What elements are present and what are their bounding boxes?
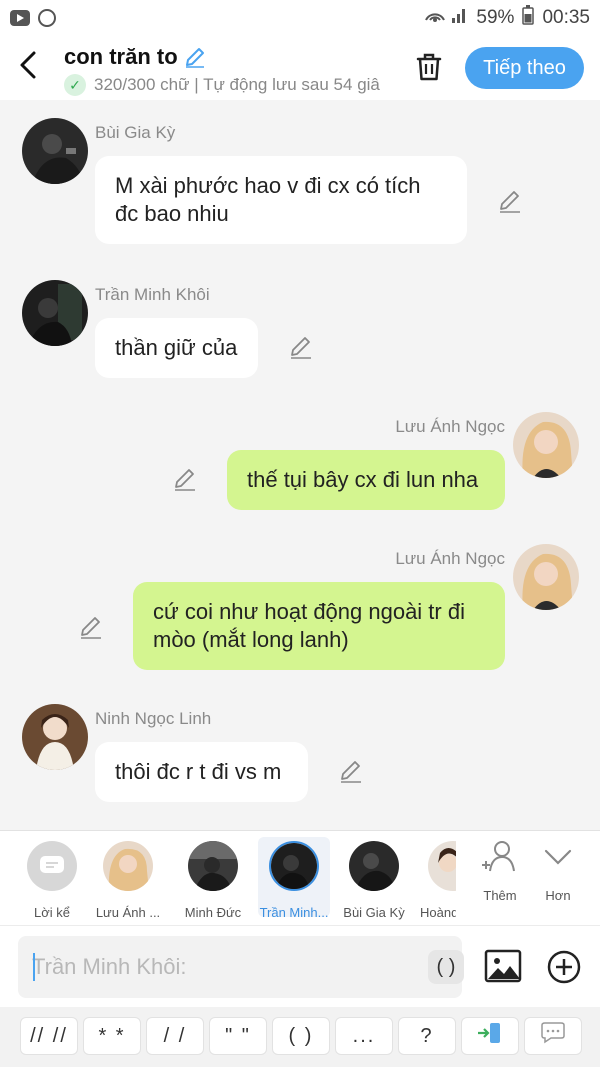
add-attachment-button[interactable] (546, 949, 582, 985)
member-name: Minh Đức (184, 905, 242, 920)
edit-title-icon[interactable] (184, 46, 206, 68)
quick-key[interactable]: / / (146, 1017, 204, 1055)
member-item[interactable]: Hoàng (414, 837, 456, 917)
message-text-line: đc bao nhiu (115, 201, 229, 226)
avatar[interactable] (22, 280, 88, 346)
add-member-button[interactable]: Thêm (470, 837, 530, 903)
edit-message-icon[interactable] (78, 614, 104, 640)
member-name: Trần Minh... (259, 905, 329, 920)
message-text-line: thần giữ của (115, 335, 238, 360)
chevron-down-icon (538, 849, 578, 881)
avatar (269, 841, 319, 891)
next-button[interactable]: Tiếp theo (465, 47, 584, 89)
message-bubble[interactable]: thôi đc r t đi vs m (95, 742, 308, 802)
sender-name: Lưu Ánh Ngọc (395, 417, 505, 436)
edit-message-icon[interactable] (288, 334, 314, 360)
delete-button[interactable] (412, 50, 446, 84)
sender-name: Trần Minh Khôi (95, 285, 210, 304)
message-list[interactable]: Bùi Gia Kỳ M xài phước hao v đi cx có tí… (0, 100, 600, 830)
enter-exit-icon (476, 1021, 504, 1051)
edit-message-icon[interactable] (172, 466, 198, 492)
message-input[interactable] (32, 944, 412, 990)
text-caret (33, 953, 35, 981)
message-text-line: mòo (mắt long lanh) (153, 627, 349, 652)
avatar[interactable] (22, 704, 88, 770)
member-item-selected[interactable]: Trần Minh... (258, 837, 330, 920)
sender-name: Ninh Ngọc Linh (95, 709, 212, 728)
sender-name: Lưu Ánh Ngọc (395, 549, 505, 568)
message-bubble[interactable]: thế tụi bây cx đi lun nha (227, 450, 505, 510)
member-name: Bùi Gia Kỳ (343, 905, 405, 920)
message-item: Lưu Ánh Ngọc thế tụi bây cx đi lun nha (0, 412, 600, 512)
member-name: Lời kể (34, 905, 70, 920)
signal-icon (424, 6, 468, 30)
message-item: Lưu Ánh Ngọc cứ coi như hoạt động ngoài … (0, 544, 600, 674)
globe-icon (38, 9, 56, 27)
avatar[interactable] (22, 118, 88, 184)
message-item: Bùi Gia Kỳ M xài phước hao v đi cx có tí… (0, 118, 600, 248)
header: con trăn to ✓ 320/300 chữ | Tự động lưu … (0, 36, 600, 100)
clock-time: 00:35 (542, 7, 590, 28)
youtube-icon (10, 10, 30, 26)
sender-name: Bùi Gia Kỳ (95, 123, 176, 142)
narrator-icon (27, 841, 77, 891)
chat-bubble-icon (539, 1021, 567, 1051)
avatar (188, 841, 238, 891)
quick-key[interactable]: " " (209, 1017, 267, 1055)
saved-check-icon: ✓ (64, 74, 86, 96)
quick-key[interactable]: ( ) (272, 1017, 330, 1055)
message-item: Ninh Ngọc Linh thôi đc r t đi vs m (0, 704, 600, 804)
battery-label: 59% (476, 7, 515, 28)
edit-message-icon[interactable] (497, 188, 523, 214)
more-members-button[interactable]: Hơn (528, 837, 588, 903)
avatar (103, 841, 153, 891)
message-text-line: thôi đc r t đi vs m (115, 759, 282, 784)
add-person-icon (480, 841, 520, 881)
member-name: Lưu Ánh ... (95, 905, 161, 920)
more-members-label: Hơn (545, 888, 571, 903)
message-text-line: thế tụi bây cx đi lun nha (247, 467, 479, 492)
image-button[interactable] (484, 949, 522, 985)
quick-key[interactable]: ... (335, 1017, 393, 1055)
add-member-label: Thêm (483, 888, 517, 903)
avatar[interactable] (513, 544, 579, 610)
battery-icon (522, 5, 535, 31)
message-bubble[interactable]: thần giữ của (95, 318, 258, 378)
message-item: Trần Minh Khôi thần giữ của (0, 280, 600, 380)
edit-message-icon[interactable] (338, 758, 364, 784)
member-item[interactable]: Bùi Gia Kỳ (338, 837, 410, 920)
member-item[interactable]: Minh Đức (177, 837, 249, 920)
member-item[interactable]: Lưu Ánh ... (92, 837, 164, 920)
quick-key[interactable]: ? (398, 1017, 456, 1055)
message-bubble[interactable]: cứ coi như hoạt động ngoài tr đi mòo (mắ… (133, 582, 505, 670)
avatar (349, 841, 399, 891)
enter-exit-key[interactable] (461, 1017, 519, 1055)
message-bubble[interactable]: M xài phước hao v đi cx có tích đc bao n… (95, 156, 467, 244)
quick-key[interactable]: // // (20, 1017, 78, 1055)
status-bar: 59% 00:35 (0, 0, 600, 36)
message-input-box: ( ) (18, 936, 464, 998)
page-title[interactable]: con trăn to (64, 44, 178, 70)
avatar[interactable] (513, 412, 579, 478)
parenthesis-button[interactable]: ( ) (428, 950, 464, 984)
message-text-line: cứ coi như hoạt động ngoài tr đi (153, 599, 465, 624)
chat-bubble-key[interactable] (524, 1017, 582, 1055)
quick-key[interactable]: * * (83, 1017, 141, 1055)
quick-symbol-bar: // // * * / / " " ( ) ... ? (0, 1007, 600, 1067)
message-text-line: M xài phước hao v đi cx có tích (115, 173, 421, 198)
character-selector: Lời kể Lưu Ánh ... Minh Đức Trần Minh...… (0, 830, 600, 925)
back-button[interactable] (18, 50, 48, 84)
member-name: Hoàng (420, 905, 456, 917)
composer: ( ) (0, 925, 600, 1007)
avatar (428, 841, 456, 891)
autosave-status: 320/300 chữ | Tự động lưu sau 54 giâ (94, 75, 380, 94)
member-narrator[interactable]: Lời kể (16, 837, 88, 920)
